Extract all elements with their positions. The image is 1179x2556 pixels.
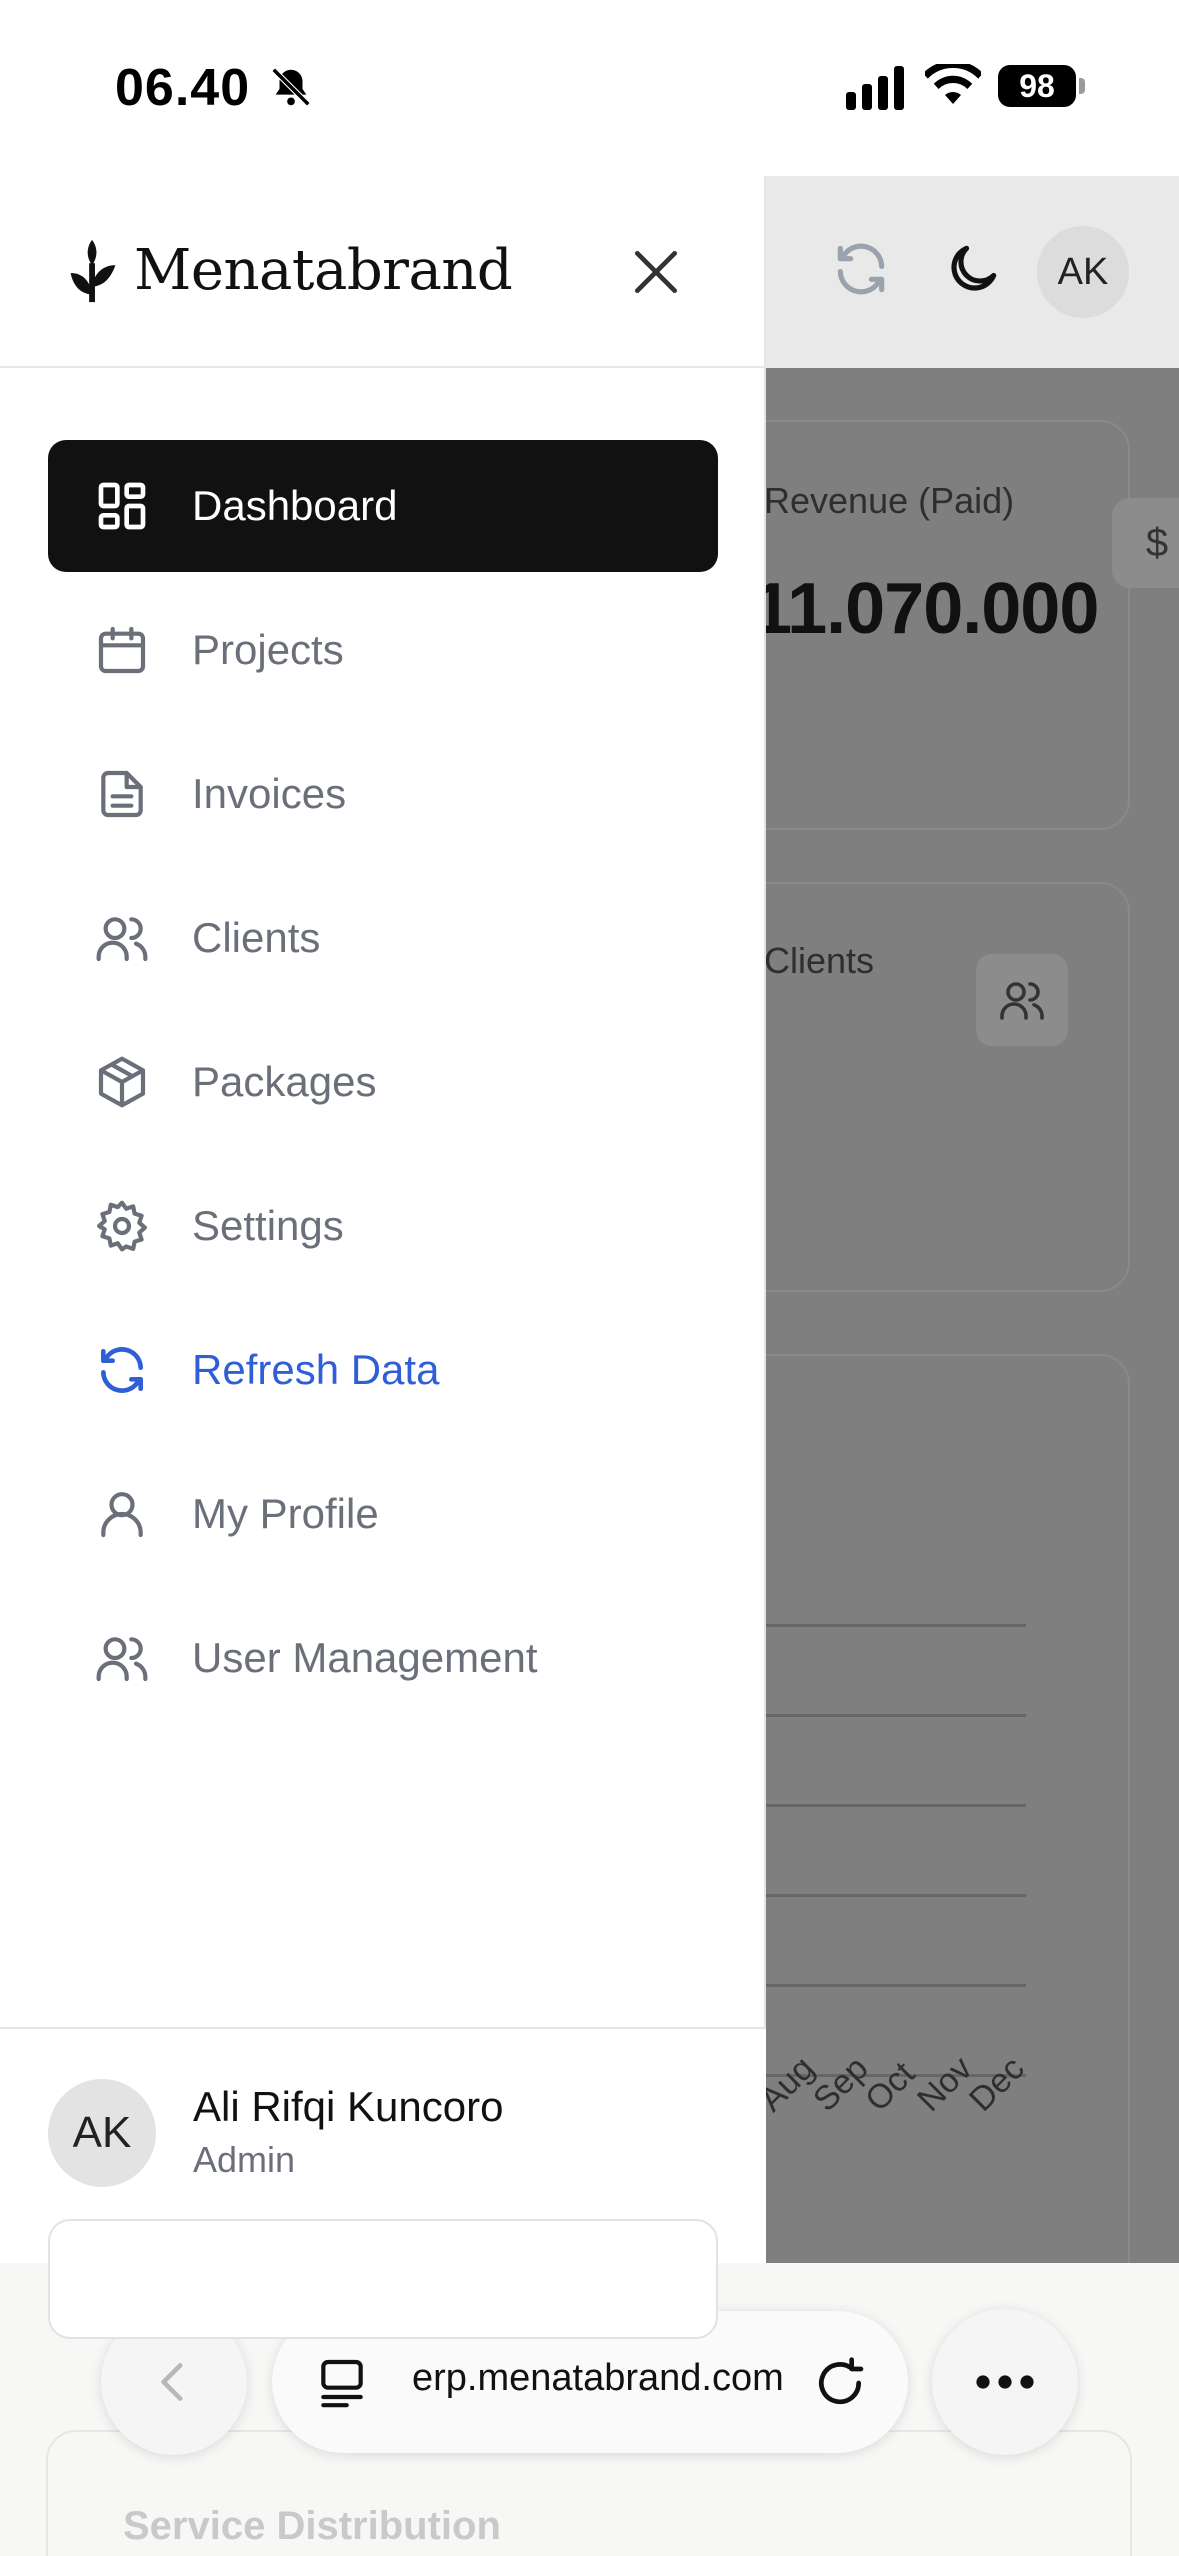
close-icon[interactable] xyxy=(628,244,684,300)
revenue-value: 11.070.000 xyxy=(752,569,1099,649)
leaf-logo-icon xyxy=(70,239,116,303)
chart-gridline xyxy=(760,1984,1026,1987)
nav-item-label: Clients xyxy=(192,914,321,961)
tab-overview-icon[interactable] xyxy=(314,2355,370,2411)
user-name: Ali Rifqi Kuncoro xyxy=(193,2083,504,2130)
nav-item-label: Settings xyxy=(192,1202,344,1249)
nav-item-invoices[interactable]: Invoices xyxy=(48,728,718,860)
nav-item-user-management[interactable]: User Management xyxy=(48,1592,718,1724)
document-icon xyxy=(101,770,143,818)
nav-item-clients[interactable]: Clients xyxy=(48,872,718,1004)
bell-muted-icon xyxy=(271,67,311,107)
status-time: 06.40 xyxy=(115,59,251,117)
nav-item-label: Packages xyxy=(192,1058,377,1105)
nav-item-dashboard[interactable]: Dashboard xyxy=(48,440,718,572)
header-avatar[interactable]: AK xyxy=(1037,226,1129,318)
user-icon xyxy=(101,1492,143,1538)
brand-name: Menatabrand xyxy=(134,238,513,303)
revenue-label: Revenue (Paid) xyxy=(764,480,1015,521)
signout-button[interactable] xyxy=(48,2219,718,2339)
nav-item-label: Invoices xyxy=(192,770,347,817)
calendar-icon xyxy=(98,626,146,674)
nav-drawer: Menatabrand Dashboard Projects Invoices xyxy=(0,176,766,2339)
users-icon xyxy=(1000,982,1044,1020)
nav-item-refresh-data[interactable]: Refresh Data xyxy=(48,1304,718,1436)
nav-item-label: My Profile xyxy=(192,1490,379,1537)
drawer-nav: Dashboard Projects Invoices Clients Pack… xyxy=(48,440,718,1736)
url-text: erp.menatabrand.com xyxy=(412,2357,784,2399)
user-role: Admin xyxy=(193,2139,296,2180)
nav-item-packages[interactable]: Packages xyxy=(48,1016,718,1148)
chart-gridline xyxy=(760,1804,1026,1807)
avatar[interactable]: AK xyxy=(48,2079,156,2187)
chevron-left-icon xyxy=(161,2363,183,2401)
browser-more-button[interactable] xyxy=(932,2309,1078,2455)
status-bar: 06.40 98 xyxy=(0,0,1179,176)
chart-gridline xyxy=(760,1714,1026,1717)
sync-icon[interactable] xyxy=(830,238,892,300)
chart-gridline xyxy=(760,1894,1026,1897)
nav-item-my-profile[interactable]: My Profile xyxy=(48,1448,718,1580)
wifi-icon xyxy=(925,64,981,104)
nav-item-label: User Management xyxy=(192,1634,538,1681)
nav-item-settings[interactable]: Settings xyxy=(48,1160,718,1292)
more-icon xyxy=(976,2375,1034,2389)
clients-card-icon xyxy=(976,954,1068,1046)
signal-icon xyxy=(846,66,904,110)
clients-label: Clients xyxy=(764,940,875,981)
drawer-header: Menatabrand xyxy=(0,176,766,368)
nav-item-label: Dashboard xyxy=(192,482,398,529)
chart-gridline xyxy=(760,1624,1026,1627)
moon-icon[interactable] xyxy=(942,238,1004,300)
reload-icon[interactable] xyxy=(812,2355,868,2411)
drawer-user-section: AK Ali Rifqi Kuncoro Admin xyxy=(0,2027,766,2339)
gear-icon xyxy=(97,1200,147,1252)
battery-indicator: 98 xyxy=(998,65,1076,107)
dollar-icon: $ xyxy=(1112,498,1179,588)
users-icon xyxy=(96,917,148,962)
refresh-icon xyxy=(101,1347,144,1393)
nav-item-label: Refresh Data xyxy=(192,1346,440,1393)
dashboard-icon xyxy=(98,482,146,530)
nav-item-projects[interactable]: Projects xyxy=(48,584,718,716)
battery-tip xyxy=(1079,78,1085,94)
package-icon xyxy=(98,1056,146,1108)
nav-item-label: Projects xyxy=(192,626,344,673)
service-distribution-title: Service Distribution xyxy=(123,2504,501,2548)
users-icon xyxy=(96,1637,148,1682)
